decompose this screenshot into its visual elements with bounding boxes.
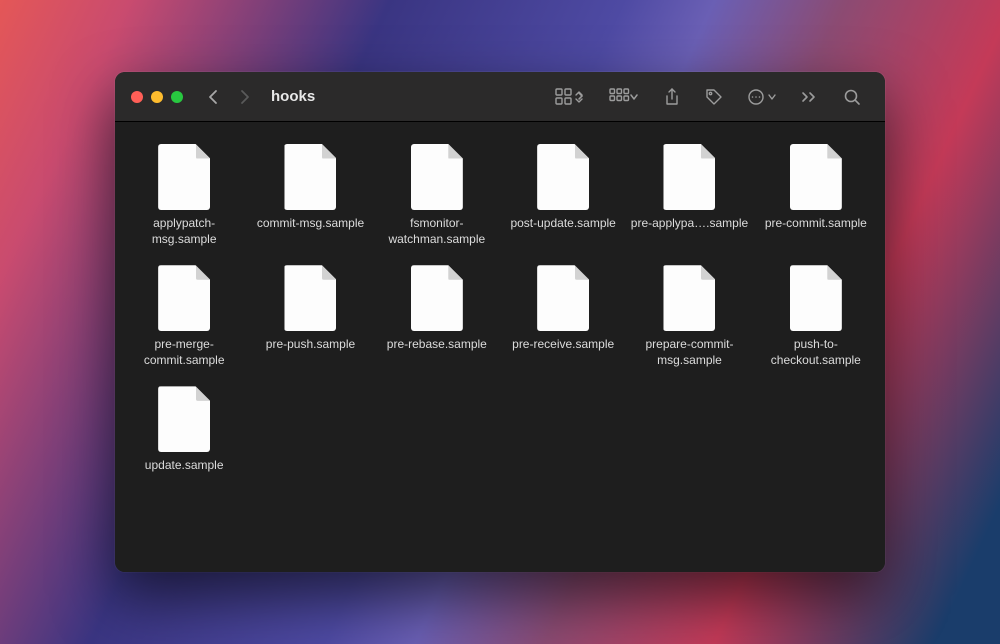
document-icon	[284, 144, 336, 210]
file-item[interactable]: pre-applypa….sample	[628, 140, 750, 251]
file-item[interactable]: update.sample	[123, 382, 245, 478]
document-icon	[537, 144, 589, 210]
file-label: applypatch-msg.sample	[125, 216, 243, 247]
file-item[interactable]: commit-msg.sample	[249, 140, 371, 251]
file-label: pre-rebase.sample	[387, 337, 487, 353]
file-label: pre-receive.sample	[512, 337, 614, 353]
file-item[interactable]: pre-rebase.sample	[376, 261, 498, 372]
file-item[interactable]: fsmonitor-watchman.sample	[376, 140, 498, 251]
forward-button[interactable]	[233, 85, 257, 109]
file-item[interactable]: post-update.sample	[502, 140, 624, 251]
file-label: fsmonitor-watchman.sample	[378, 216, 496, 247]
file-item[interactable]: pre-merge-commit.sample	[123, 261, 245, 372]
file-item[interactable]: push-to-checkout.sample	[755, 261, 877, 372]
file-label: push-to-checkout.sample	[757, 337, 875, 368]
titlebar: hooks	[115, 72, 885, 122]
document-icon	[158, 265, 210, 331]
file-item[interactable]: applypatch-msg.sample	[123, 140, 245, 251]
document-icon	[158, 386, 210, 452]
action-menu-button[interactable]	[739, 83, 785, 111]
share-button[interactable]	[655, 83, 689, 111]
view-icon-button[interactable]	[547, 83, 593, 111]
file-label: pre-merge-commit.sample	[125, 337, 243, 368]
file-label: post-update.sample	[510, 216, 615, 232]
window-title: hooks	[271, 88, 315, 105]
document-icon	[663, 265, 715, 331]
traffic-lights	[131, 91, 183, 103]
file-item[interactable]: pre-commit.sample	[755, 140, 877, 251]
file-label: prepare-commit-msg.sample	[630, 337, 748, 368]
close-button[interactable]	[131, 91, 143, 103]
file-grid-area[interactable]: applypatch-msg.sample commit-msg.sample fs…	[115, 122, 885, 572]
file-item[interactable]: prepare-commit-msg.sample	[628, 261, 750, 372]
document-icon	[537, 265, 589, 331]
document-icon	[790, 144, 842, 210]
document-icon	[411, 144, 463, 210]
file-label: pre-push.sample	[266, 337, 355, 353]
document-icon	[663, 144, 715, 210]
file-grid: applypatch-msg.sample commit-msg.sample fs…	[123, 140, 877, 478]
zoom-button[interactable]	[171, 91, 183, 103]
file-item[interactable]: pre-receive.sample	[502, 261, 624, 372]
file-label: pre-applypa….sample	[631, 216, 748, 232]
finder-window: hooks	[115, 72, 885, 572]
document-icon	[790, 265, 842, 331]
file-label: update.sample	[145, 458, 224, 474]
minimize-button[interactable]	[151, 91, 163, 103]
overflow-button[interactable]	[793, 83, 827, 111]
back-button[interactable]	[201, 85, 225, 109]
file-label: pre-commit.sample	[765, 216, 867, 232]
document-icon	[411, 265, 463, 331]
file-item[interactable]: pre-push.sample	[249, 261, 371, 372]
file-label: commit-msg.sample	[257, 216, 364, 232]
document-icon	[158, 144, 210, 210]
document-icon	[284, 265, 336, 331]
tags-button[interactable]	[697, 83, 731, 111]
group-by-button[interactable]	[601, 83, 647, 111]
search-button[interactable]	[835, 83, 869, 111]
